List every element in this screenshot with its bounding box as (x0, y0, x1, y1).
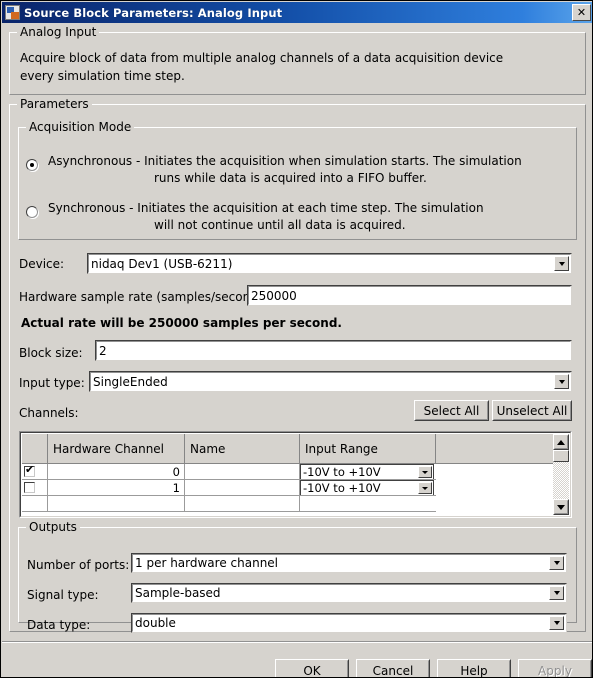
signal-type-label: Signal type: (27, 588, 99, 602)
channel-enable-checkbox[interactable] (24, 482, 35, 493)
row-checkbox-cell[interactable] (22, 496, 48, 512)
title-bar[interactable]: Source Block Parameters: Analog Input ✕ (2, 2, 592, 23)
simulink-block-icon (5, 5, 20, 20)
channel-enable-checkbox[interactable] (24, 464, 35, 477)
chevron-down-icon[interactable] (554, 256, 569, 271)
input-type-label: Input type: (19, 376, 85, 390)
row-blank-cell (436, 496, 555, 512)
block-size-input[interactable]: 2 (95, 340, 572, 361)
number-of-ports-value: 1 per hardware channel (135, 556, 279, 570)
radio-asynchronous[interactable] (26, 159, 38, 171)
radio-asynchronous-label-line1: Asynchronous - Initiates the acquisition… (48, 154, 522, 168)
input-range-combobox[interactable]: -10V to +10V (300, 464, 434, 479)
channels-table: Hardware Channel Name Input Range 0 -10V… (19, 431, 572, 518)
chevron-down-icon[interactable] (554, 374, 569, 389)
input-type-combobox[interactable]: SingleEnded (89, 371, 572, 392)
input-range-value: -10V to +10V (303, 481, 381, 495)
channels-label: Channels: (19, 406, 79, 420)
number-of-ports-label: Number of ports: (27, 558, 130, 572)
row-checkbox-cell[interactable] (22, 464, 48, 480)
table-row[interactable]: 1 -10V to +10V (22, 480, 555, 496)
data-type-value: double (135, 616, 176, 630)
device-combobox[interactable]: nidaq Dev1 (USB-6211) (87, 253, 572, 274)
row-input-range-cell[interactable]: -10V to +10V (300, 464, 436, 480)
parameters-group-legend: Parameters (17, 97, 92, 111)
table-header-checkbox-col (22, 434, 48, 464)
description-group-legend: Analog Input (17, 25, 100, 39)
chevron-down-icon[interactable] (549, 586, 564, 600)
block-size-label: Block size: (19, 346, 83, 360)
row-blank-cell (436, 464, 555, 480)
data-type-combobox[interactable]: double (131, 613, 567, 633)
row-checkbox-cell[interactable] (22, 480, 48, 496)
row-input-range-cell[interactable]: -10V to +10V (300, 480, 436, 496)
chevron-down-icon[interactable] (418, 482, 432, 494)
row-name[interactable] (185, 480, 300, 496)
radio-synchronous-label-line1: Synchronous - Initiates the acquisition … (48, 201, 484, 215)
description-line-1: Acquire block of data from multiple anal… (20, 51, 504, 65)
table-row[interactable]: 0 -10V to +10V (22, 464, 555, 480)
description-line-2: every simulation time step. (20, 69, 185, 83)
row-hardware-channel[interactable] (48, 496, 185, 512)
input-range-combobox[interactable]: -10V to +10V (300, 480, 434, 495)
ok-button[interactable]: OK (275, 659, 349, 677)
row-hardware-channel[interactable]: 0 (48, 464, 185, 480)
scroll-down-icon[interactable] (553, 499, 569, 515)
table-scrollbar[interactable] (553, 434, 569, 515)
scroll-up-icon[interactable] (553, 434, 569, 450)
radio-asynchronous-dot (30, 163, 34, 167)
data-type-label: Data type: (27, 618, 91, 632)
table-header-name: Name (185, 434, 300, 464)
outputs-group-legend: Outputs (26, 520, 80, 534)
row-name[interactable] (185, 464, 300, 480)
scrollbar-thumb[interactable] (553, 450, 569, 462)
select-all-button[interactable]: Select All (414, 400, 489, 421)
acquisition-mode-legend: Acquisition Mode (26, 120, 135, 134)
dialog-window: Source Block Parameters: Analog Input ✕ … (0, 0, 593, 678)
bottom-separator (2, 641, 592, 643)
chevron-down-icon[interactable] (418, 466, 432, 478)
table-header-hardware-channel: Hardware Channel (48, 434, 185, 464)
help-button[interactable]: Help (437, 659, 511, 677)
row-name[interactable] (185, 496, 300, 512)
input-type-combobox-value: SingleEnded (93, 374, 168, 389)
window-title: Source Block Parameters: Analog Input (24, 5, 283, 20)
row-blank-cell (436, 480, 555, 496)
chevron-down-icon[interactable] (549, 616, 564, 630)
radio-asynchronous-label-line2: runs while data is acquired into a FIFO … (154, 171, 427, 185)
row-hardware-channel[interactable]: 1 (48, 480, 185, 496)
sample-rate-input[interactable]: 250000 (247, 285, 572, 306)
table-body: 0 -10V to +10V 1 (22, 464, 555, 512)
row-input-range-cell[interactable] (300, 496, 436, 512)
table-header-row: Hardware Channel Name Input Range (22, 434, 555, 464)
device-label: Device: (19, 257, 65, 271)
radio-synchronous-label-line2: will not continue until all data is acqu… (154, 218, 406, 232)
chevron-down-icon[interactable] (549, 556, 564, 570)
number-of-ports-combobox[interactable]: 1 per hardware channel (131, 553, 567, 573)
close-icon[interactable]: ✕ (572, 4, 591, 21)
outputs-group: Outputs (18, 520, 577, 623)
table-row[interactable] (22, 496, 555, 512)
scrollbar-track[interactable] (553, 450, 569, 499)
input-range-value: -10V to +10V (303, 465, 381, 479)
sample-rate-label: Hardware sample rate (samples/second): (19, 290, 267, 304)
device-combobox-value: nidaq Dev1 (USB-6211) (91, 256, 233, 271)
description-group: Analog Input Acquire block of data from … (9, 25, 586, 95)
apply-button[interactable]: Apply (518, 659, 592, 677)
table-header-input-range: Input Range (300, 434, 436, 464)
signal-type-combobox[interactable]: Sample-based (131, 583, 567, 603)
radio-synchronous[interactable] (26, 206, 38, 218)
table-header-blank-col (436, 434, 555, 464)
unselect-all-button[interactable]: Unselect All (492, 400, 572, 421)
actual-rate-note: Actual rate will be 250000 samples per s… (21, 316, 342, 330)
cancel-button[interactable]: Cancel (356, 659, 430, 677)
signal-type-value: Sample-based (135, 586, 221, 600)
